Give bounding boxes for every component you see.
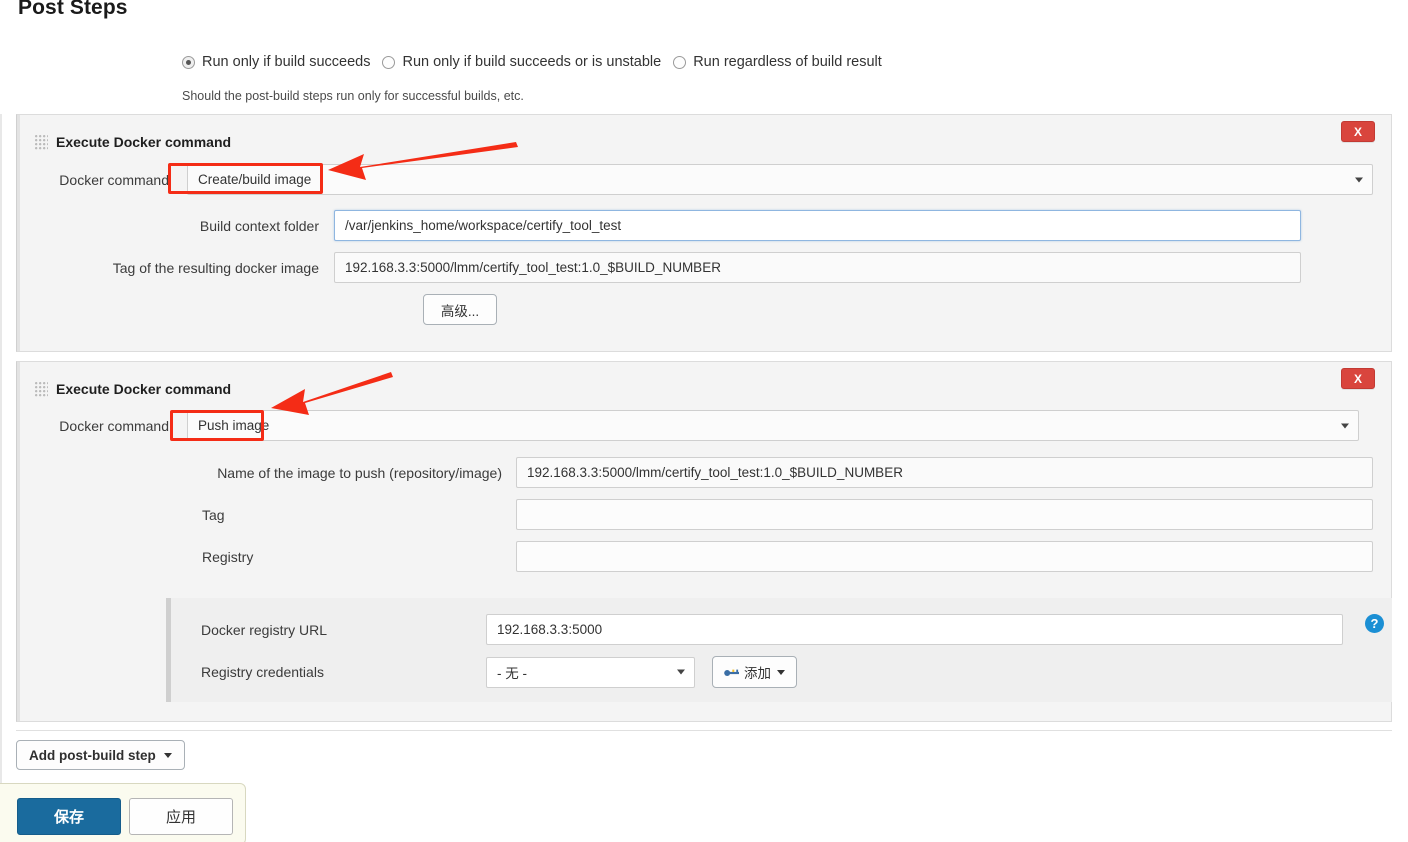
push-registry-input[interactable] (516, 541, 1373, 572)
registry-url-input[interactable]: 192.168.3.3:5000 (486, 614, 1343, 645)
docker-step-build: Execute Docker command X Docker command … (16, 114, 1392, 352)
radio-icon-succeeds[interactable] (182, 55, 195, 69)
add-credentials-button[interactable]: 添加 (712, 656, 797, 688)
delete-step-button-build[interactable]: X (1341, 121, 1375, 142)
push-tag-row: Tag (17, 499, 1391, 530)
add-credentials-label: 添加 (744, 666, 771, 681)
step-title-build: Execute Docker command (56, 134, 232, 150)
radio-icon-regardless[interactable] (673, 55, 687, 69)
chevron-down-icon (1355, 177, 1363, 182)
docker-command-label-build: Docker command (59, 171, 169, 188)
run-condition-help-text: Should the post-build steps run only for… (182, 89, 524, 103)
chevron-down-icon (777, 669, 785, 675)
image-name-input[interactable]: 192.168.3.3:5000/lmm/certify_tool_test:1… (516, 457, 1373, 488)
add-post-build-step-label: Add post-build step (29, 747, 156, 763)
registry-subpanel: Docker registry URL 192.168.3.3:5000 Reg… (166, 598, 1392, 702)
radio-icon-unstable[interactable] (382, 55, 396, 69)
drag-handle-icon[interactable] (35, 134, 48, 150)
registry-url-label: Docker registry URL (201, 621, 328, 638)
push-registry-row: Registry (17, 541, 1391, 572)
run-condition-label-succeeds: Run only if build succeeds (202, 54, 371, 70)
run-condition-option-regardless[interactable]: Run regardless of build result (673, 54, 882, 70)
chevron-down-icon (677, 669, 685, 675)
docker-command-label-push: Docker command (59, 417, 169, 434)
image-tag-input[interactable]: 192.168.3.3:5000/lmm/certify_tool_test:1… (334, 252, 1301, 283)
run-condition-option-succeeds[interactable]: Run only if build succeeds (182, 54, 370, 70)
run-condition-label-regardless: Run regardless of build result (693, 54, 882, 70)
image-name-label: Name of the image to push (repository/im… (217, 464, 502, 481)
key-icon (724, 669, 739, 676)
docker-command-row-build: Docker command Create/build image (17, 164, 1391, 195)
delete-step-button-push[interactable]: X (1341, 368, 1375, 389)
footer-divider (16, 730, 1392, 731)
docker-command-value-build: Create/build image (198, 172, 312, 187)
image-tag-row: Tag of the resulting docker image 192.16… (17, 252, 1391, 283)
push-tag-input[interactable] (516, 499, 1373, 530)
save-button[interactable]: 保存 (17, 798, 121, 835)
apply-button[interactable]: 应用 (129, 798, 233, 835)
add-post-build-step-button[interactable]: Add post-build step (16, 740, 185, 770)
advanced-button-build[interactable]: 高级... (423, 294, 497, 325)
build-context-label: Build context folder (199, 217, 319, 234)
docker-command-select-build[interactable]: Create/build image (187, 164, 1373, 195)
run-condition-option-unstable[interactable]: Run only if build succeeds or is unstabl… (382, 54, 661, 70)
docker-command-row-push: Docker command Push image (17, 410, 1391, 441)
docker-command-value-push: Push image (198, 418, 270, 433)
image-tag-label: Tag of the resulting docker image (112, 259, 319, 276)
push-tag-label: Tag (202, 506, 225, 523)
registry-credentials-label: Registry credentials (201, 664, 324, 680)
build-context-row: Build context folder /var/jenkins_home/w… (17, 210, 1391, 241)
chevron-down-icon (163, 752, 172, 758)
run-condition-group: Run only if build succeeds Run only if b… (182, 54, 894, 70)
drag-handle-icon[interactable] (35, 381, 48, 397)
registry-url-row: Docker registry URL 192.168.3.3:5000 (201, 614, 1343, 645)
chevron-down-icon (1341, 423, 1349, 428)
build-context-input[interactable]: /var/jenkins_home/workspace/certify_tool… (334, 210, 1301, 241)
step-header-build: Execute Docker command (35, 134, 231, 150)
step-title-push: Execute Docker command (56, 381, 232, 397)
page-left-rail (0, 114, 2, 784)
post-steps-page: Post Steps Run only if build succeeds Ru… (0, 0, 1408, 842)
subpanel-accent-bar (166, 598, 171, 702)
push-registry-label: Registry (202, 548, 254, 565)
registry-credentials-value: - 无 - (497, 666, 527, 681)
image-name-row: Name of the image to push (repository/im… (17, 457, 1391, 488)
registry-credentials-row: Registry credentials - 无 - 添加 (201, 656, 797, 688)
page-title: Post Steps (18, 0, 128, 19)
help-icon[interactable]: ? (1365, 614, 1384, 633)
save-bar: 保存 应用 (0, 783, 246, 842)
docker-command-select-push[interactable]: Push image (187, 410, 1359, 441)
run-condition-label-unstable: Run only if build succeeds or is unstabl… (402, 54, 662, 70)
step-header-push: Execute Docker command (35, 381, 231, 397)
registry-credentials-select[interactable]: - 无 - (486, 656, 695, 688)
